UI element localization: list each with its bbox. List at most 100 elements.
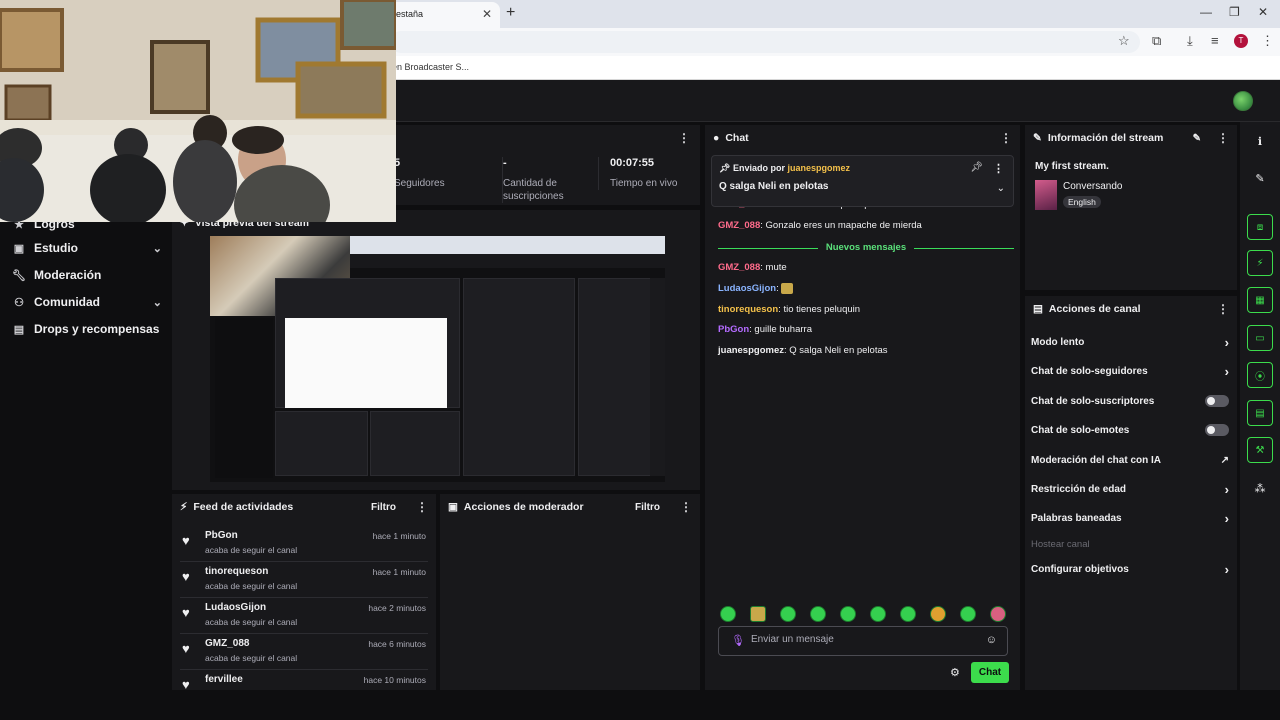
stream-info-header: ✎ Información del stream ✎ ⋮ [1025, 125, 1237, 151]
mod-more-icon[interactable]: ⋮ [680, 500, 692, 514]
feed-time: hace 1 minuto [372, 567, 426, 577]
action-age-restriction[interactable]: Restricción de edad › [1031, 479, 1229, 499]
gear-icon[interactable]: ⚙ [950, 666, 960, 679]
emoji-icon[interactable]: ☺ [986, 634, 997, 646]
action-configure-goals[interactable]: Configurar objetivos › [1031, 559, 1229, 579]
chat-user[interactable]: juanespgomez [718, 345, 784, 356]
menu-icon[interactable]: ⋮ [1261, 33, 1274, 49]
subscribers-only-toggle[interactable] [1205, 395, 1229, 407]
emote-icon[interactable] [810, 606, 826, 622]
chat-title: Chat [725, 132, 749, 144]
wrench-icon[interactable]: ⚒ [1247, 437, 1273, 463]
emote-icon[interactable] [870, 606, 886, 622]
address-field[interactable] [390, 31, 1140, 53]
chat-user[interactable]: tinorequeson [718, 304, 778, 315]
channel-actions-header: ▤ Acciones de canal ⋮ [1025, 296, 1237, 322]
stream-info-more-icon[interactable]: ⋮ [1217, 131, 1229, 145]
emote-icon[interactable] [720, 606, 736, 622]
action-banned-words[interactable]: Palabras baneadas › [1031, 508, 1229, 528]
emote-icon[interactable] [780, 606, 796, 622]
emotes-only-toggle[interactable] [1205, 424, 1229, 436]
action-slow-mode[interactable]: Modo lento › [1031, 332, 1229, 352]
pinned-sender[interactable]: juanespgomez [787, 163, 850, 173]
emote-icon[interactable] [750, 606, 766, 622]
feed-user[interactable]: fervillee [205, 674, 243, 685]
stream-info-title: Información del stream [1047, 132, 1164, 144]
feed-item: ♥ PbGon acaba de seguir el canal hace 1 … [180, 526, 428, 562]
emote-icon[interactable] [960, 606, 976, 622]
stat-label: Seguidores [394, 178, 445, 189]
stats-more-icon[interactable]: ⋮ [678, 131, 690, 145]
microphone-icon[interactable]: 🎙︎ [731, 634, 745, 647]
feed-user[interactable]: tinorequeson [205, 566, 268, 577]
layout-icon[interactable]: ▤ [1247, 400, 1273, 426]
mod-filter-button[interactable]: Filtro [635, 502, 660, 513]
chat-user[interactable]: GMZ_088 [718, 220, 760, 231]
preview-panel [370, 411, 460, 476]
stream-preview-video[interactable] [210, 236, 665, 482]
feed-item: ♥ tinorequeson acaba de seguir el canal … [180, 562, 428, 598]
edit-icon[interactable]: ✎ [1193, 133, 1201, 144]
notes-icon[interactable]: ▦ [1247, 287, 1273, 313]
activity-filter-button[interactable]: Filtro [371, 502, 396, 513]
new-messages-divider: Nuevos mensajes [718, 241, 1014, 255]
emote-icon[interactable] [990, 606, 1006, 622]
chat-icon[interactable]: ▭ [1247, 325, 1273, 351]
chat-message: GMZ_088: Gonzalo eres un mapache de mier… [718, 220, 922, 231]
star-icon[interactable]: ☆ [1118, 33, 1130, 49]
drops-icon: ▤ [13, 323, 25, 336]
nav-item-drops[interactable]: ▤ Drops y recompensas [12, 319, 162, 339]
preview-rail [650, 278, 665, 476]
send-chat-button[interactable]: Chat [971, 662, 1009, 683]
clip-icon[interactable]: ⧈ [1247, 214, 1273, 240]
emote-icon[interactable] [900, 606, 916, 622]
action-ai-moderation[interactable]: Moderación del chat con IA ↗ [1031, 450, 1229, 470]
pinned-header: 📌︎ Enviado por juanespgomez [719, 163, 850, 174]
stat-value: 00:07:55 [610, 157, 655, 169]
nav-item-moderacion[interactable]: 🔧︎ Moderación [12, 265, 162, 285]
stat-value: 5 [394, 157, 401, 169]
new-tab-icon[interactable]: + [506, 4, 515, 22]
user-avatar[interactable] [1233, 91, 1253, 111]
extensions-icon[interactable]: ⧉ [1152, 33, 1161, 49]
restore-icon[interactable]: ❐ [1229, 5, 1240, 19]
nav-item-estudio[interactable]: ▣ Estudio ⌄ [12, 238, 162, 258]
channel-actions-more-icon[interactable]: ⋮ [1217, 302, 1229, 316]
action-label: Chat de solo-seguidores [1031, 365, 1148, 377]
chevron-down-icon[interactable]: ⌄ [997, 183, 1005, 194]
close-tab-icon[interactable]: ✕ [482, 2, 492, 26]
lightning-icon[interactable]: ⚡︎ [1247, 250, 1273, 276]
feed-user[interactable]: PbGon [205, 530, 238, 541]
profile-avatar[interactable]: T [1234, 34, 1248, 48]
broadcast-icon[interactable]: ⦿ [1247, 362, 1273, 388]
close-window-icon[interactable]: ✕ [1258, 5, 1268, 19]
pinned-more-icon[interactable]: ⋮ [993, 162, 1004, 175]
stream-tag[interactable]: English [1063, 196, 1101, 208]
chat-user[interactable]: PbGon [718, 324, 749, 335]
download-icon[interactable]: ⤓ [1187, 33, 1193, 49]
action-followers-only[interactable]: Chat de solo-seguidores › [1031, 361, 1229, 381]
preview-app-bar [350, 254, 665, 268]
info-icon[interactable]: ℹ [1247, 128, 1273, 154]
add-action-icon[interactable]: ⁂ [1247, 475, 1273, 501]
minimize-icon[interactable]: — [1200, 5, 1212, 19]
nav-item-label: Estudio [34, 241, 78, 255]
unpin-icon[interactable]: 📌︎ [970, 162, 983, 173]
feed-user[interactable]: LudaosGijon [205, 602, 266, 613]
pencil-icon[interactable]: ✎ [1247, 165, 1273, 191]
stream-category[interactable]: Conversando [1063, 181, 1122, 192]
nav-item-comunidad[interactable]: ⚇ Comunidad ⌄ [12, 292, 162, 312]
chat-input-box[interactable]: 🎙︎ ☺ [718, 626, 1008, 656]
action-label: Configurar objetivos [1031, 563, 1129, 575]
chat-input[interactable] [751, 634, 971, 645]
bookmark-item[interactable]: en Broadcaster S... [392, 62, 469, 72]
chat-more-icon[interactable]: ⋮ [1000, 131, 1012, 145]
media-icon[interactable]: ≡ [1211, 33, 1219, 48]
activity-more-icon[interactable]: ⋮ [416, 500, 428, 514]
chat-user[interactable]: GMZ_088 [718, 262, 760, 273]
feed-user[interactable]: GMZ_088 [205, 638, 249, 649]
emote-icon[interactable] [840, 606, 856, 622]
chat-user[interactable]: LudaosGijon [718, 283, 776, 294]
emote-icon[interactable] [930, 606, 946, 622]
pinned-message: 📌︎ Enviado por juanespgomez 📌︎ ⋮ Q salga… [711, 155, 1014, 207]
